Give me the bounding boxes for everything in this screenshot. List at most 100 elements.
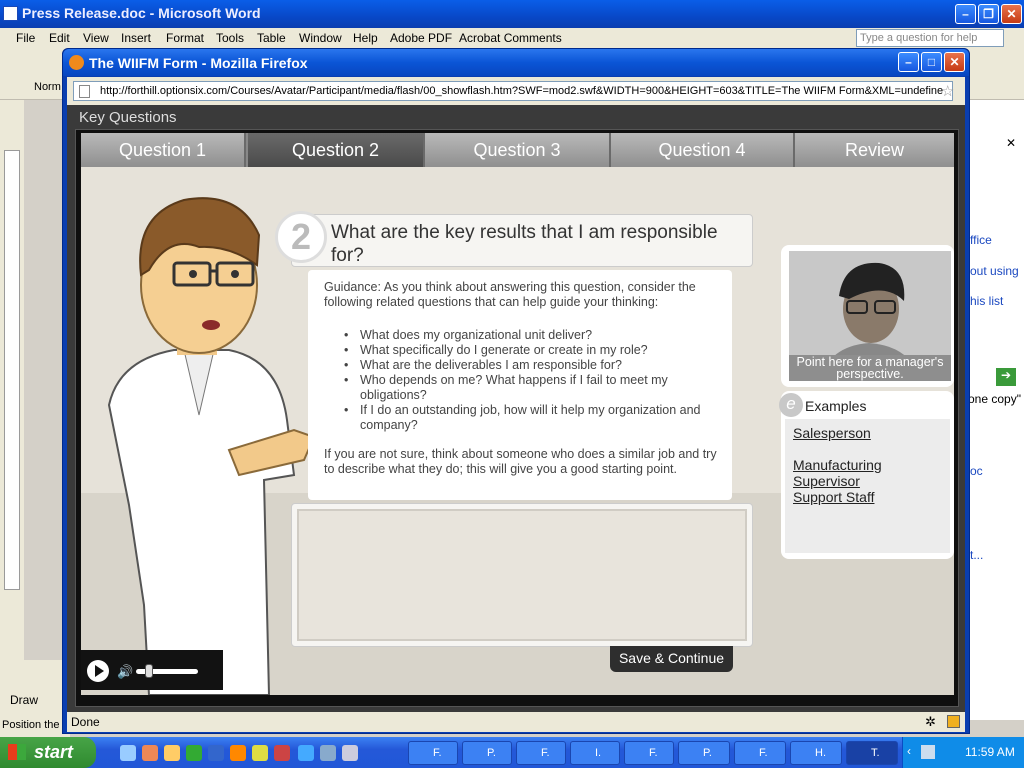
url-bar: http://forthill.optionsix.com/Courses/Av… bbox=[67, 77, 965, 105]
ie-icon[interactable] bbox=[298, 745, 314, 761]
word-bottom-bar: Draw Position the bbox=[0, 660, 70, 740]
excel-icon[interactable] bbox=[186, 745, 202, 761]
draw-button[interactable]: Draw bbox=[10, 693, 38, 707]
firefox-title-bar: The WIIFM Form - Mozilla Firefox – □ ✕ bbox=[63, 49, 969, 76]
menu-format[interactable]: Format bbox=[166, 31, 204, 45]
word-app-icon bbox=[3, 6, 18, 21]
quicklaunch-icon[interactable] bbox=[120, 745, 136, 761]
ff-minimize-button[interactable]: – bbox=[898, 52, 919, 72]
pane-text-3: his list bbox=[970, 294, 1004, 308]
quicklaunch-icon[interactable] bbox=[320, 745, 336, 761]
taskbar-item[interactable]: I. bbox=[570, 741, 620, 765]
play-button[interactable] bbox=[87, 660, 109, 682]
quicklaunch-icon[interactable] bbox=[164, 745, 180, 761]
tab-question-4[interactable]: Question 4 bbox=[611, 133, 795, 167]
media-controls: 🔊 bbox=[81, 650, 223, 690]
guidance-item: If I do an outstanding job, how will it … bbox=[344, 403, 718, 433]
answer-textarea[interactable] bbox=[297, 509, 747, 641]
menu-file[interactable]: File bbox=[16, 31, 35, 45]
style-box[interactable]: Norm bbox=[34, 81, 61, 93]
page-icon bbox=[79, 85, 90, 98]
pane-text-4: one copy" bbox=[968, 392, 1021, 406]
quicklaunch-icon[interactable] bbox=[342, 745, 358, 761]
ff-close-button[interactable]: ✕ bbox=[944, 52, 965, 72]
taskbar-item[interactable]: H. bbox=[790, 741, 842, 765]
taskbar: start F. P. F. I. F. P. F. H. T. ‹ 11:59… bbox=[0, 737, 1024, 768]
word-window-title: Press Release.doc - Microsoft Word bbox=[22, 5, 261, 21]
url-input[interactable]: http://forthill.optionsix.com/Courses/Av… bbox=[73, 81, 953, 101]
system-tray: ‹ 11:59 AM bbox=[902, 737, 1024, 768]
bookmark-star-icon[interactable]: ☆ bbox=[941, 82, 954, 100]
tab-question-2[interactable]: Question 2 bbox=[248, 133, 425, 167]
firefox-icon[interactable] bbox=[230, 745, 246, 761]
menu-tools[interactable]: Tools bbox=[216, 31, 244, 45]
pane-text-2: out using bbox=[970, 264, 1019, 278]
tab-question-3[interactable]: Question 3 bbox=[425, 133, 611, 167]
taskbar-item[interactable]: P. bbox=[678, 741, 730, 765]
flash-stage: Key Questions Question 1 Question 2 Ques… bbox=[67, 105, 965, 712]
guidance-item: Who depends on me? What happens if I fai… bbox=[344, 373, 718, 403]
manager-perspective-card[interactable]: Point here for a manager's perspective. bbox=[781, 245, 954, 387]
status-text: Done bbox=[71, 715, 100, 729]
word-restore-button[interactable]: ❐ bbox=[978, 4, 999, 24]
menu-adobe-pdf[interactable]: Adobe PDF bbox=[390, 31, 452, 45]
menu-insert[interactable]: Insert bbox=[121, 31, 151, 45]
examples-list: Salesperson Manufacturing Supervisor Sup… bbox=[785, 419, 950, 553]
menu-view[interactable]: View bbox=[83, 31, 109, 45]
guidance-panel: Guidance: As you think about answering t… bbox=[308, 270, 732, 500]
quicklaunch-icon[interactable] bbox=[274, 745, 290, 761]
taskbar-item[interactable]: F. bbox=[408, 741, 458, 765]
word-icon[interactable] bbox=[208, 745, 224, 761]
save-continue-button[interactable]: Save & Continue bbox=[610, 646, 733, 672]
word-close-button[interactable]: ✕ bbox=[1001, 4, 1022, 24]
question-number-badge: 2 bbox=[275, 211, 327, 263]
quicklaunch-icon[interactable] bbox=[252, 745, 268, 761]
taskbar-item[interactable]: F. bbox=[734, 741, 786, 765]
start-button[interactable]: start bbox=[0, 737, 96, 768]
examples-icon: e bbox=[779, 393, 803, 417]
taskbar-item[interactable]: F. bbox=[624, 741, 674, 765]
question-text: What are the key results that I am respo… bbox=[331, 222, 718, 266]
clock[interactable]: 11:59 AM bbox=[965, 745, 1015, 759]
flash-frame: Question 1 Question 2 Question 3 Questio… bbox=[75, 129, 959, 707]
taskbar-item[interactable]: P. bbox=[462, 741, 512, 765]
example-link-support-staff[interactable]: Support Staff bbox=[793, 489, 874, 505]
question-tabs: Question 1 Question 2 Question 3 Questio… bbox=[81, 133, 954, 167]
quicklaunch-icon[interactable] bbox=[142, 745, 158, 761]
guidance-outro: If you are not sure, think about someone… bbox=[324, 447, 717, 476]
taskbar-item[interactable]: F. bbox=[516, 741, 566, 765]
menu-acrobat-comments[interactable]: Acrobat Comments bbox=[459, 31, 562, 45]
manager-perspective-label: Point here for a manager's perspective. bbox=[789, 355, 951, 381]
menu-help[interactable]: Help bbox=[353, 31, 378, 45]
menu-window[interactable]: Window bbox=[299, 31, 342, 45]
menu-edit[interactable]: Edit bbox=[49, 31, 70, 45]
bug-icon: ✲ bbox=[925, 714, 936, 729]
tab-review[interactable]: Review bbox=[795, 133, 954, 167]
status-bar: Done ✲ bbox=[67, 712, 965, 732]
ff-maximize-button[interactable]: □ bbox=[921, 52, 942, 72]
security-icon bbox=[947, 715, 960, 728]
tray-expand-icon[interactable]: ‹ bbox=[907, 744, 911, 758]
guidance-item: What specifically do I generate or creat… bbox=[344, 343, 718, 358]
example-link-salesperson[interactable]: Salesperson bbox=[793, 425, 871, 441]
question-bubble: 2 What are the key results that I am res… bbox=[275, 181, 753, 269]
task-pane-close-icon[interactable]: ✕ bbox=[1006, 136, 1016, 150]
task-pane: ✕ ffice out using his list ➔ one copy" o… bbox=[965, 100, 1024, 720]
examples-panel: e Examples Salesperson Manufacturing Sup… bbox=[779, 391, 954, 559]
word-minimize-button[interactable]: – bbox=[955, 4, 976, 24]
ask-question-input[interactable]: Type a question for help bbox=[856, 29, 1004, 47]
lesson-canvas: Question 1 Question 2 Question 3 Questio… bbox=[81, 133, 954, 695]
firefox-icon bbox=[69, 55, 84, 70]
tab-question-1[interactable]: Question 1 bbox=[81, 133, 246, 167]
pane-text-5: oc bbox=[970, 464, 983, 478]
volume-icon[interactable]: 🔊 bbox=[117, 664, 133, 680]
taskbar-item-active[interactable]: T. bbox=[846, 741, 898, 765]
guidance-list: What does my organizational unit deliver… bbox=[344, 328, 718, 433]
go-arrow-icon[interactable]: ➔ bbox=[996, 368, 1016, 386]
network-icon[interactable] bbox=[921, 745, 935, 759]
example-link-manufacturing-supervisor[interactable]: Manufacturing Supervisor bbox=[793, 457, 950, 489]
pane-text-1: ffice bbox=[970, 233, 992, 247]
menu-table[interactable]: Table bbox=[257, 31, 286, 45]
volume-slider-handle[interactable] bbox=[145, 664, 153, 678]
windows-logo-icon bbox=[8, 744, 26, 760]
